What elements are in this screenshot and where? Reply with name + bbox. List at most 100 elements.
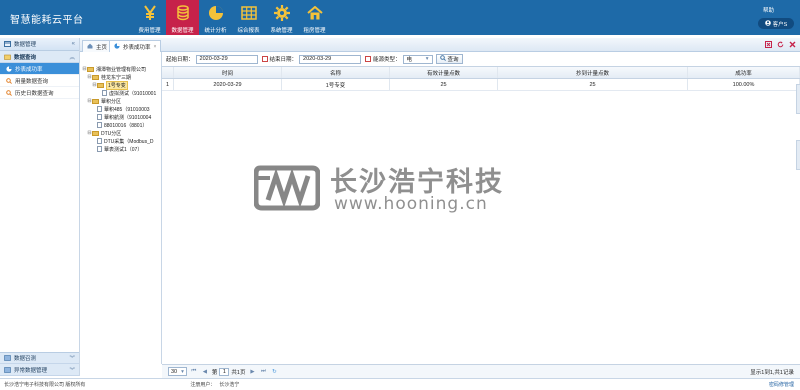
tree-node-label: 蕈表测试1（07）: [104, 146, 143, 153]
sidebar-item-success-rate[interactable]: 抄表成功率: [0, 63, 79, 75]
top-header: 智慧能耗云平台 费用管理 数据管理 统计分析 综合报表 系统管理 租房管理 帮助…: [0, 0, 800, 35]
tree-node-label: 蕈积485（91010003: [104, 106, 150, 113]
grid-header-success-rate[interactable]: 成功率: [688, 67, 800, 78]
folder-icon: [92, 98, 99, 104]
tree-node[interactable]: ⊟ 湘潭物业管理有限公司: [80, 65, 161, 73]
tree-node-label: 蕈积分区: [101, 98, 122, 105]
chart-icon: [6, 65, 12, 72]
next-page-icon[interactable]: ▶: [248, 369, 256, 375]
page-size-value: 30: [171, 368, 178, 375]
energy-type-text: 能源类型：: [373, 57, 401, 63]
energy-type-label: 能源类型：: [365, 55, 401, 63]
page-number-input[interactable]: 1: [219, 367, 230, 376]
main-nav: 费用管理 数据管理 统计分析 综合报表 系统管理 租房管理: [133, 0, 331, 35]
sidebar-header: 数据管理 «: [0, 38, 79, 51]
nav-item-stats[interactable]: 统计分析: [199, 0, 232, 35]
tree-node[interactable]: ⊟ 蕈积分区: [80, 97, 161, 105]
watermark: 长沙浩宁科技 www.hooning.cn: [253, 158, 514, 218]
start-date-input[interactable]: 2020-03-29: [195, 54, 258, 64]
calendar-icon: [365, 56, 372, 62]
tab-home[interactable]: 主页: [82, 40, 113, 52]
page-size-select[interactable]: 30 ▾: [168, 367, 187, 376]
sidebar-section-recall[interactable]: 数据召测 ︾: [0, 352, 79, 364]
cell-time: 2020-03-29: [174, 79, 282, 90]
chevron-down-icon[interactable]: ︾: [69, 366, 75, 374]
table-row[interactable]: 1 2020-03-29 1号专变 25 25 100.00%: [162, 79, 800, 91]
help-link[interactable]: 帮助: [763, 6, 774, 14]
sidebar-section-abnormal[interactable]: 异常数据管理 ︾: [0, 364, 79, 376]
tree-node[interactable]: DTU采集（Modbus_D: [80, 137, 161, 145]
prev-page-icon[interactable]: ◀: [201, 369, 209, 375]
cell-valid-points: 25: [390, 79, 498, 90]
search-icon: [439, 55, 446, 63]
end-date-input[interactable]: 2020-03-29: [299, 54, 362, 64]
tree-node[interactable]: 虚拟测试（91010001: [80, 89, 161, 97]
pie-chart-icon: [206, 4, 226, 22]
grid-header-read-points[interactable]: 抄到计量点数: [498, 67, 688, 78]
refresh-icon[interactable]: ↻: [270, 369, 278, 375]
sidebar-item-usage-query[interactable]: 用量数据查询: [0, 75, 79, 87]
nav-label-stats: 统计分析: [204, 28, 227, 34]
cell-success-rate: 100.00%: [688, 79, 800, 90]
yen-icon: [140, 4, 160, 22]
sidebar-title: 数据管理: [14, 42, 37, 48]
footer-company: 长沙浩宁电子科技有限公司 版权所有: [4, 382, 86, 388]
sidebar-item-label: 抄表成功率: [15, 66, 43, 73]
grid-header-time[interactable]: 时间: [174, 67, 282, 78]
grid-header-name[interactable]: 名称: [282, 67, 390, 78]
nav-item-data[interactable]: 数据管理: [166, 0, 199, 35]
query-button[interactable]: 查询: [435, 54, 463, 64]
fullscreen-icon[interactable]: [765, 41, 772, 48]
house-icon: [305, 4, 325, 22]
nav-item-report[interactable]: 综合报表: [232, 0, 265, 35]
nav-item-rental[interactable]: 租房管理: [298, 0, 331, 35]
nav-label-system: 系统管理: [270, 28, 293, 34]
watermark-url: www.hooning.cn: [334, 194, 488, 214]
tree-node[interactable]: 蕈表测试1（07）: [80, 145, 161, 153]
first-page-icon[interactable]: ⏮: [190, 368, 198, 375]
sidebar-item-history-query[interactable]: 历史日数据查询: [0, 87, 79, 99]
sidebar-section-query[interactable]: 数据查询 ︽: [0, 51, 79, 63]
magnifier-icon: [6, 89, 12, 96]
energy-type-value: 电: [406, 57, 413, 63]
grid-header-index: [162, 67, 174, 78]
tree-node[interactable]: 88010016（8801）: [80, 121, 161, 129]
user-name: 客户S: [772, 21, 788, 28]
query-toolbar: 起始日期： 2020-03-29 结束日期： 2020-03-29 能源类型： …: [162, 52, 800, 66]
file-icon: [102, 90, 107, 96]
nav-label-report: 综合报表: [237, 28, 260, 34]
nav-label-rental: 租房管理: [303, 28, 326, 34]
collapse-left-icon[interactable]: «: [72, 41, 75, 47]
last-page-icon[interactable]: ⏭: [259, 368, 267, 375]
footer: 长沙浩宁电子科技有限公司 版权所有 注册用户： 长沙浩宁 密码修管理: [0, 378, 800, 390]
refresh-icon[interactable]: [777, 41, 784, 48]
nav-item-system[interactable]: 系统管理: [265, 0, 298, 35]
energy-type-select[interactable]: 电 ▾: [402, 54, 433, 64]
tree-node-label: DTU采集（Modbus_D: [104, 138, 154, 145]
tree-node-selected[interactable]: ⊟ 1号专变: [80, 80, 161, 90]
chevron-down-icon[interactable]: ︾: [69, 354, 75, 362]
footer-login-user: 长沙浩宁: [219, 382, 240, 388]
calendar-icon: [261, 56, 268, 62]
tab-success-rate[interactable]: 抄表成功率 ×: [109, 40, 162, 52]
tree-node[interactable]: ⊟ DTU分区: [80, 129, 161, 137]
tree-node[interactable]: 蕈积485（91010003: [80, 105, 161, 113]
query-button-label: 查询: [447, 57, 459, 63]
footer-password-link[interactable]: 密码修管理: [769, 381, 794, 388]
magnifier-icon: [6, 77, 12, 84]
right-edge-handle[interactable]: [796, 140, 800, 170]
chevron-up-icon[interactable]: ︽: [69, 53, 75, 61]
close-tab-icon[interactable]: ×: [154, 44, 157, 50]
grid-header-valid-points[interactable]: 有效计量点数: [390, 67, 498, 78]
tab-label: 抄表成功率: [123, 44, 151, 51]
tree-node[interactable]: 蕈积航测（91010004: [80, 113, 161, 121]
database-icon: [173, 4, 193, 22]
sidebar-item-label: 用量数据查询: [15, 78, 49, 85]
tab-tools: [765, 41, 796, 48]
nav-item-fee[interactable]: 费用管理: [133, 0, 166, 35]
app-title: 智慧能耗云平台: [10, 15, 84, 26]
close-icon[interactable]: [789, 41, 796, 48]
user-badge[interactable]: 客户S: [758, 18, 794, 29]
right-edge-handle[interactable]: [796, 84, 800, 114]
chevron-down-icon: ▾: [181, 368, 184, 375]
